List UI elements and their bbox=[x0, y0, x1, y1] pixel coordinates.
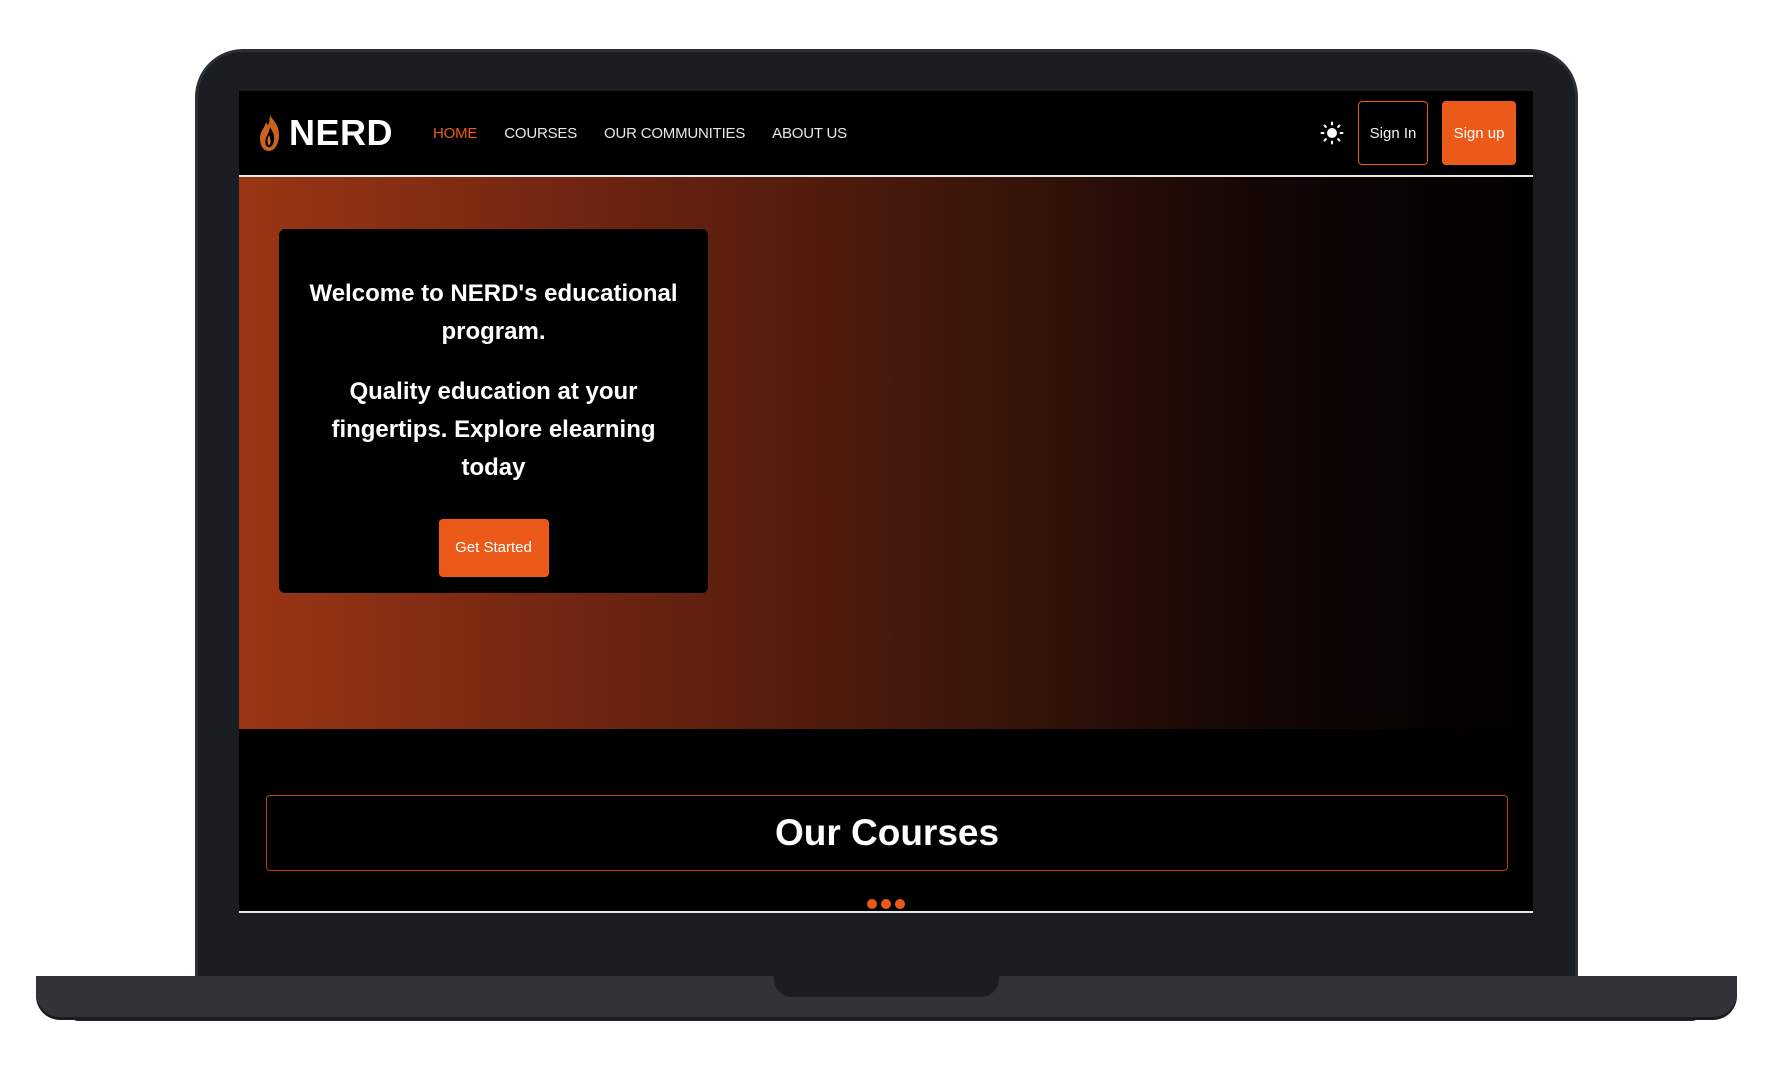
nav-link-about-us[interactable]: ABOUT US bbox=[772, 125, 847, 142]
courses-section-header: Our Courses bbox=[266, 795, 1508, 871]
get-started-button[interactable]: Get Started bbox=[438, 519, 549, 577]
laptop-notch bbox=[774, 976, 999, 997]
brand[interactable]: NERD bbox=[257, 112, 393, 154]
sign-up-button[interactable]: Sign up bbox=[1442, 101, 1516, 165]
sign-in-button[interactable]: Sign In bbox=[1358, 101, 1428, 165]
hero-banner: Welcome to NERD's educational program. Q… bbox=[239, 177, 1533, 729]
brand-name: NERD bbox=[289, 112, 394, 153]
sun-icon[interactable] bbox=[1318, 119, 1346, 147]
hero-card: Welcome to NERD's educational program. Q… bbox=[279, 229, 708, 593]
loading-dot bbox=[895, 899, 905, 909]
flame-logo-icon bbox=[257, 113, 283, 153]
laptop-screen: NERD HOME COURSES OUR COMMUNITIES ABOUT … bbox=[239, 91, 1533, 913]
loading-dots-icon bbox=[867, 899, 909, 909]
hero-title: Welcome to NERD's educational program. bbox=[309, 280, 678, 345]
courses-heading: Our Courses bbox=[774, 812, 1000, 853]
loading-dot bbox=[881, 899, 891, 909]
nav-link-courses[interactable]: COURSES bbox=[504, 125, 577, 142]
nav-links: HOME COURSES OUR COMMUNITIES ABOUT US bbox=[433, 125, 874, 142]
hero-subtitle: Quality education at your fingertips. Ex… bbox=[331, 378, 656, 481]
navbar: NERD HOME COURSES OUR COMMUNITIES ABOUT … bbox=[239, 91, 1533, 177]
nav-link-home[interactable]: HOME bbox=[433, 125, 477, 142]
nav-link-our-communities[interactable]: OUR COMMUNITIES bbox=[604, 125, 745, 142]
screen-divider bbox=[239, 911, 1533, 913]
nav-actions: Sign In Sign up bbox=[1318, 101, 1516, 165]
loading-dot bbox=[867, 899, 877, 909]
